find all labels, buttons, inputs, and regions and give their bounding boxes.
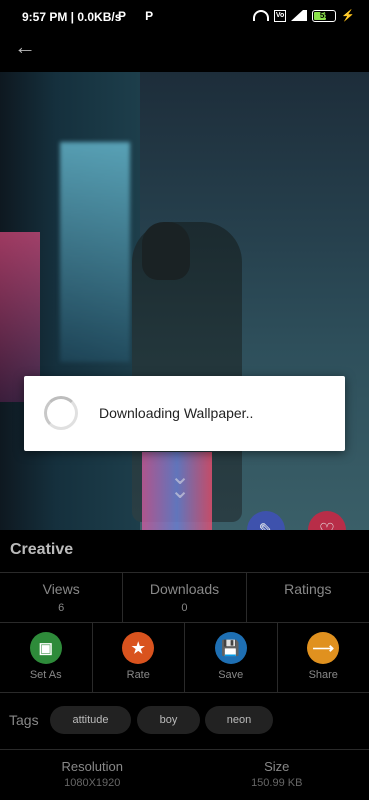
divider — [0, 692, 369, 693]
actions-row: ▣ Set As ★ Rate 💾 Save ⟶ Share — [0, 622, 369, 692]
spec-resolution: Resolution 1080X1920 — [0, 749, 185, 800]
action-label: Share — [308, 669, 338, 681]
loading-spinner-icon — [44, 396, 78, 430]
stat-views: Views 6 — [0, 573, 124, 623]
stat-ratings: Ratings — [247, 573, 369, 623]
share-icon: ⟶ — [307, 632, 340, 664]
tag-chip[interactable]: attitude — [50, 706, 131, 734]
battery-icon: 55 — [312, 9, 337, 22]
spec-value: 1080X1920 — [64, 777, 121, 789]
charging-icon: ⚡ — [341, 10, 355, 22]
share-button[interactable]: ⟶ Share — [278, 622, 369, 692]
double-chevron-down-icon[interactable]: ⌄ ⌄ — [170, 465, 190, 503]
spec-value: 150.99 KB — [251, 777, 303, 789]
action-label: Rate — [126, 669, 150, 681]
wallpaper-details: Creative Views 6 Downloads 0 Ratings ▣ S… — [0, 530, 369, 800]
stat-label: Downloads — [149, 581, 220, 597]
tags-row: Tags attitude boy neon — [0, 700, 369, 740]
spec-size: Size 150.99 KB — [185, 749, 369, 800]
battery-level: 55 — [319, 10, 329, 20]
star-icon: ★ — [122, 632, 155, 664]
wallpaper-image-head — [142, 222, 190, 280]
category-title: Creative — [10, 541, 74, 558]
status-time: 9:57 PM | 0.0KB/s — [22, 10, 122, 24]
spec-label: Size — [264, 759, 290, 774]
stat-value: 6 — [58, 602, 65, 614]
specs-row: Resolution 1080X1920 Size 150.99 KB — [0, 749, 369, 800]
stat-value: 0 — [181, 602, 188, 614]
stats-row: Views 6 Downloads 0 Ratings — [0, 573, 369, 623]
back-arrow-icon[interactable]: ← — [14, 36, 40, 58]
save-icon: 💾 — [214, 632, 247, 664]
download-progress-dialog: Downloading Wallpaper.. — [24, 376, 345, 451]
action-label: Save — [218, 669, 244, 681]
action-label: Set As — [29, 669, 62, 681]
spec-label: Resolution — [61, 759, 123, 774]
wallpaper-image-building — [0, 72, 140, 530]
status-icons: Vo 55 ⚡ — [252, 9, 355, 22]
volte-icon: Vo — [273, 9, 287, 22]
tag-chip[interactable]: neon — [205, 706, 273, 734]
tag-chip[interactable]: boy — [137, 706, 200, 734]
crop-icon: ▣ — [29, 632, 62, 664]
dialog-message: Downloading Wallpaper.. — [99, 405, 254, 421]
app-bar: ← — [0, 34, 369, 72]
rate-button[interactable]: ★ Rate — [93, 622, 185, 692]
parking-notification-icons: P P — [118, 9, 162, 23]
tags-label: Tags — [9, 712, 39, 728]
stat-downloads: Downloads 0 — [123, 573, 247, 623]
wifi-icon — [252, 10, 269, 21]
signal-icon — [291, 10, 308, 21]
set-as-button[interactable]: ▣ Set As — [0, 622, 93, 692]
wallpaper-preview[interactable]: ⌄ ⌄ — [0, 72, 369, 530]
save-button[interactable]: 💾 Save — [185, 622, 278, 692]
status-bar: 9:57 PM | 0.0KB/s P P Vo 55 ⚡ — [0, 0, 369, 34]
stat-label: Views — [42, 581, 80, 597]
stat-label: Ratings — [284, 581, 332, 597]
